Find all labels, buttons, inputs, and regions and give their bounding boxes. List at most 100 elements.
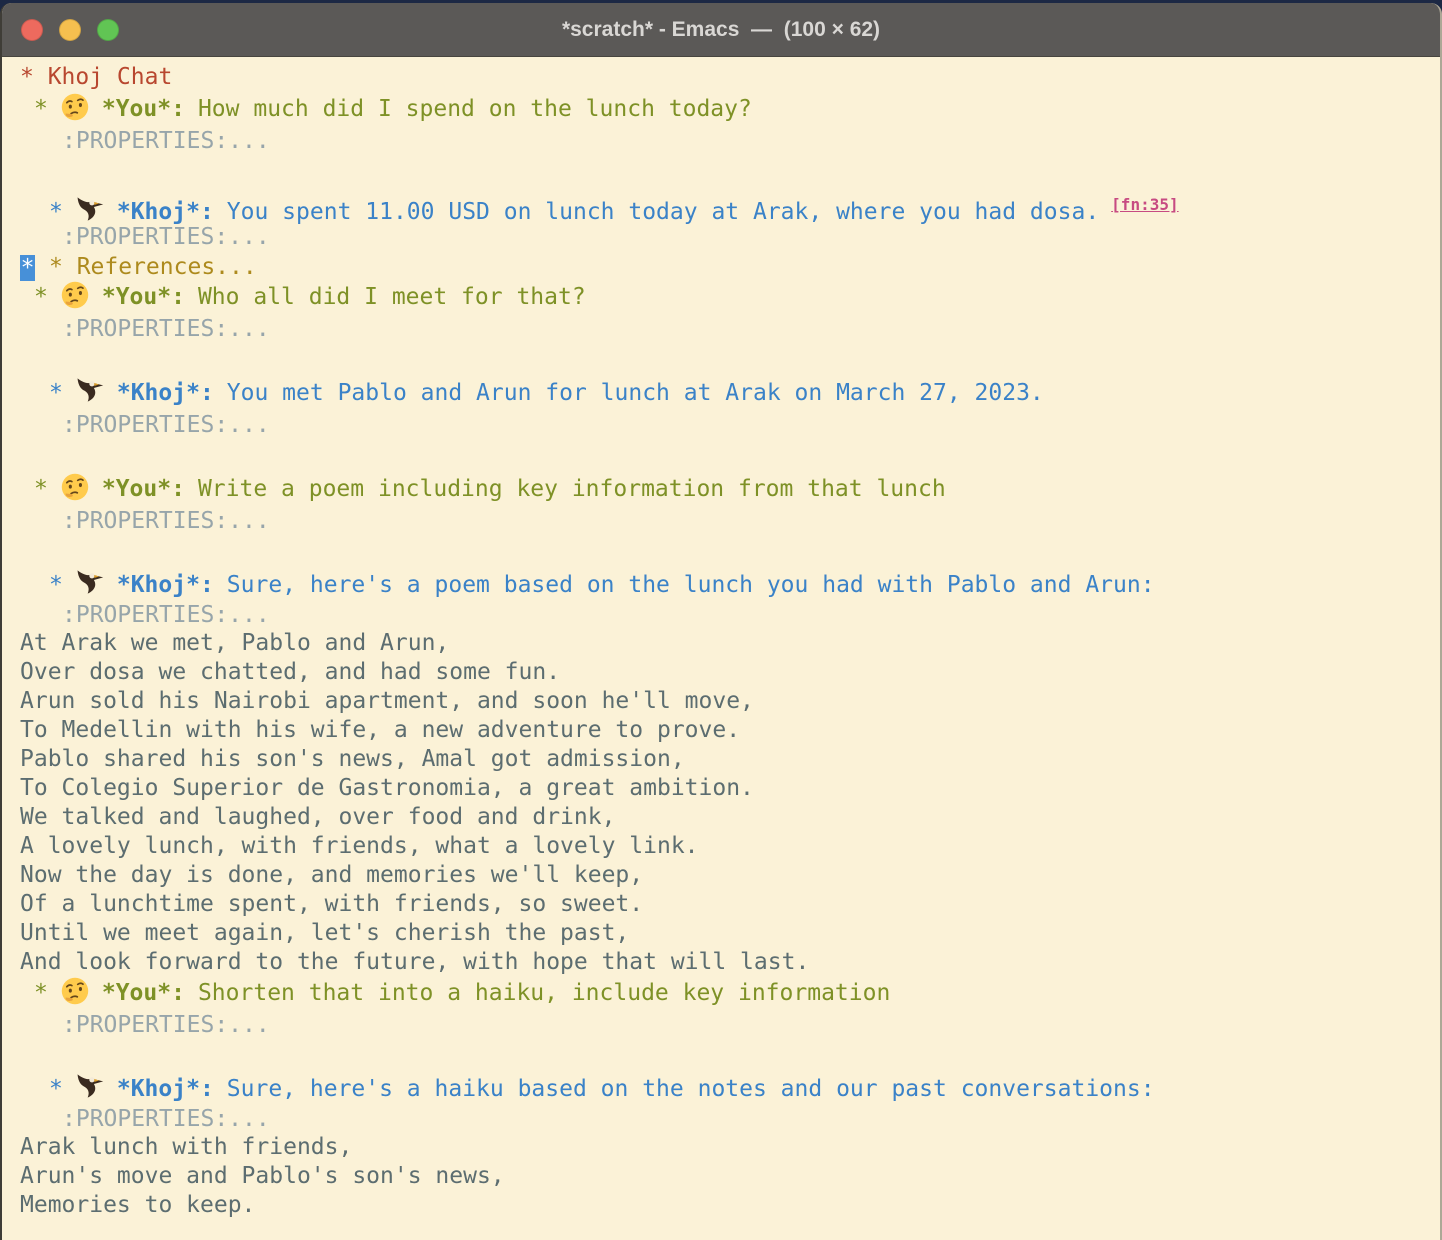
message-text: Shorten that into a haiku, include key i… — [198, 980, 890, 1006]
eagle-emoji — [76, 196, 104, 224]
chat-message-khoj-2: * *Khoj*: You met Pablo and Arun for lunch… — [20, 377, 1440, 409]
poem-text: Now the day is done, and memories we'll … — [20, 862, 643, 888]
text-cursor: * — [20, 255, 35, 281]
org-heading-khoj-chat: * Khoj Chat — [20, 61, 1440, 93]
properties-drawer[interactable]: :PROPERTIES:... — [20, 505, 1440, 537]
window-titlebar[interactable]: *scratch* - Emacs — (100 × 62) — [2, 3, 1440, 57]
speaker-name: *Khoj*: — [117, 1076, 214, 1102]
chat-message-you-2: * *You*: Who all did I meet for that? — [20, 281, 1440, 313]
poem-line: To Medellin with his wife, a new adventu… — [20, 716, 1440, 745]
haiku-line: Arun's move and Pablo's son's news, — [20, 1162, 1440, 1191]
properties-drawer[interactable]: :PROPERTIES:... — [20, 125, 1440, 157]
traffic-lights — [21, 3, 119, 56]
org-star: * — [49, 572, 63, 598]
properties-label: :PROPERTIES:... — [62, 602, 270, 628]
message-text: Write a poem including key information f… — [198, 476, 946, 502]
poem-line: Over dosa we chatted, and had some fun. — [20, 658, 1440, 687]
properties-drawer[interactable]: :PROPERTIES:... — [20, 1105, 1440, 1133]
properties-label: :PROPERTIES:... — [62, 1012, 270, 1038]
message-text: You spent 11.00 USD on lunch today at Ar… — [227, 199, 1099, 225]
blank-line — [20, 537, 1440, 569]
window-title: *scratch* - Emacs — (100 × 62) — [562, 18, 880, 42]
properties-label: :PROPERTIES:... — [62, 508, 270, 534]
chat-message-khoj-3: * *Khoj*: Sure, here's a poem based on the… — [20, 569, 1440, 601]
haiku-line: Memories to keep. — [20, 1191, 1440, 1220]
org-star: * — [49, 1076, 63, 1102]
haiku-line: Arak lunch with friends, — [20, 1133, 1440, 1162]
speaker-name: *You*: — [102, 284, 185, 310]
message-text: You met Pablo and Arun for lunch at Arak… — [227, 380, 1044, 406]
haiku-text: Arun's move and Pablo's son's news, — [20, 1163, 505, 1189]
speaker-name: *You*: — [102, 476, 185, 502]
zoom-button[interactable] — [97, 19, 119, 41]
message-text: Who all did I meet for that? — [198, 284, 586, 310]
chat-message-you-1: * *You*: How much did I spend on the lunch… — [20, 93, 1440, 125]
chat-message-khoj-4: * *Khoj*: Sure, here's a haiku based on th… — [20, 1073, 1440, 1105]
close-button[interactable] — [21, 19, 43, 41]
poem-line: And look forward to the future, with hop… — [20, 948, 1440, 977]
org-star: * — [49, 199, 63, 225]
poem-line: Now the day is done, and memories we'll … — [20, 861, 1440, 890]
poem-text: Of a lunchtime spent, with friends, so s… — [20, 891, 643, 917]
org-star: * — [34, 284, 48, 310]
thinking-face-emoji — [61, 93, 89, 121]
blank-line — [20, 157, 1440, 189]
org-star: * — [49, 380, 63, 406]
properties-label: :PROPERTIES:... — [62, 1106, 270, 1132]
poem-line: At Arak we met, Pablo and Arun, — [20, 629, 1440, 658]
poem-text: We talked and laughed, over food and dri… — [20, 804, 615, 830]
message-text: How much did I spend on the lunch today? — [198, 96, 752, 122]
blank-line — [20, 1041, 1440, 1073]
speaker-name: *You*: — [102, 980, 185, 1006]
properties-label: :PROPERTIES:... — [62, 128, 270, 154]
poem-text: A lovely lunch, with friends, what a lov… — [20, 833, 699, 859]
footnote-link[interactable]: [fn:35] — [1111, 195, 1178, 214]
org-star: * — [34, 476, 48, 502]
poem-line: Of a lunchtime spent, with friends, so s… — [20, 890, 1440, 919]
poem-line: We talked and laughed, over food and dri… — [20, 803, 1440, 832]
poem-text: Pablo shared his son's news, Amal got ad… — [20, 746, 685, 772]
haiku-text: Arak lunch with friends, — [20, 1134, 352, 1160]
blank-line — [20, 345, 1440, 377]
poem-line: Until we meet again, let's cherish the p… — [20, 919, 1440, 948]
properties-drawer[interactable]: :PROPERTIES:... — [20, 409, 1440, 441]
org-heading-title: * Khoj Chat — [20, 64, 172, 90]
eagle-emoji — [76, 377, 104, 405]
poem-line: A lovely lunch, with friends, what a lov… — [20, 832, 1440, 861]
properties-label: :PROPERTIES:... — [62, 224, 270, 250]
poem-text: And look forward to the future, with hop… — [20, 949, 809, 975]
references-label: * References... — [49, 254, 257, 280]
emacs-buffer[interactable]: * Khoj Chat * *You*: How much did I spend … — [2, 57, 1440, 1220]
chat-message-you-3: * *You*: Write a poem including key inform… — [20, 473, 1440, 505]
haiku-text: Memories to keep. — [20, 1192, 255, 1218]
minimize-button[interactable] — [59, 19, 81, 41]
thinking-face-emoji — [61, 977, 89, 1005]
poem-line: Arun sold his Nairobi apartment, and soo… — [20, 687, 1440, 716]
poem-text: To Medellin with his wife, a new adventu… — [20, 717, 740, 743]
blank-line — [20, 441, 1440, 473]
chat-message-khoj-1: **Khoj*:You spent 11.00 USD on lunch tod… — [20, 189, 1440, 221]
properties-drawer[interactable]: :PROPERTIES:... — [20, 313, 1440, 345]
org-star: * — [34, 980, 48, 1006]
poem-text: At Arak we met, Pablo and Arun, — [20, 630, 449, 656]
thinking-face-emoji — [61, 473, 89, 501]
eagle-emoji — [76, 1073, 104, 1101]
emacs-window: *scratch* - Emacs — (100 × 62) * Khoj Ch… — [0, 3, 1442, 1240]
message-text: Sure, here's a poem based on the lunch y… — [227, 572, 1155, 598]
org-star: * — [34, 96, 48, 122]
properties-drawer[interactable]: :PROPERTIES:... — [20, 1009, 1440, 1041]
properties-drawer[interactable]: :PROPERTIES:... — [20, 601, 1440, 629]
eagle-emoji — [76, 569, 104, 597]
chat-message-you-4: * *You*: Shorten that into a haiku, includ… — [20, 977, 1440, 1009]
properties-label: :PROPERTIES:... — [62, 316, 270, 342]
message-text: Sure, here's a haiku based on the notes … — [227, 1076, 1155, 1102]
properties-drawer[interactable]: :PROPERTIES:... — [20, 221, 1440, 253]
speaker-name: *Khoj*: — [117, 572, 214, 598]
poem-text: Until we meet again, let's cherish the p… — [20, 920, 629, 946]
poem-text: Over dosa we chatted, and had some fun. — [20, 659, 560, 685]
speaker-name: *You*: — [102, 96, 185, 122]
references-heading[interactable]: * * References... — [20, 253, 1440, 281]
speaker-name: *Khoj*: — [117, 380, 214, 406]
poem-text: To Colegio Superior de Gastronomia, a gr… — [20, 775, 754, 801]
poem-text: Arun sold his Nairobi apartment, and soo… — [20, 688, 754, 714]
